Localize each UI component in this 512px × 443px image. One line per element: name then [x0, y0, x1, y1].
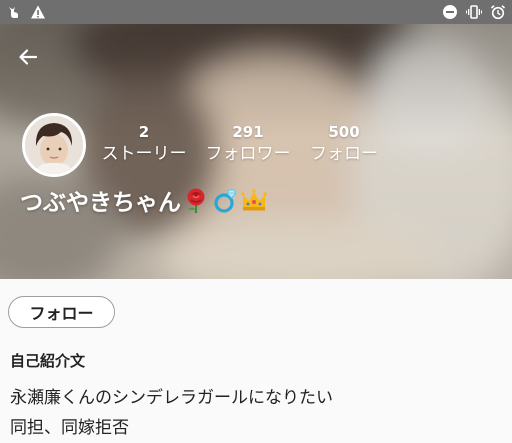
avatar[interactable] [22, 113, 86, 177]
ring-emoji [214, 189, 237, 213]
bio-line: 永瀬廉くんのシンデレラガールになりたい [10, 388, 333, 408]
stories-count: 2 [138, 123, 150, 141]
arrow-left-icon [19, 49, 38, 65]
crown-emoji [241, 189, 267, 211]
stories-label: ストーリー [101, 144, 187, 164]
profile-screen: 2 ストーリー 291 フォロワー 500 フォロー つぶやきちゃん フォロー … [0, 0, 512, 443]
vibrate-icon [466, 5, 482, 19]
profile-header: 2 ストーリー 291 フォロワー 500 フォロー つぶやきちゃん [0, 24, 512, 279]
followers-count: 291 [232, 123, 264, 141]
following-stat[interactable]: 500 フォロー [306, 122, 382, 166]
following-count: 500 [328, 123, 360, 141]
do-not-disturb-icon [443, 5, 457, 19]
profile-content: フォロー 自己紹介文 永瀬廉くんのシンデレラガールになりたい 同担、同嫁拒否 [0, 279, 512, 443]
status-bar-right [442, 0, 506, 24]
follow-button[interactable]: フォロー [8, 296, 115, 328]
cat-notification-icon [9, 7, 18, 18]
followers-label: フォロワー [205, 144, 291, 164]
bio-heading: 自己紹介文 [10, 352, 86, 370]
followers-stat[interactable]: 291 フォロワー [202, 122, 294, 166]
back-button[interactable] [12, 41, 44, 73]
stories-stat[interactable]: 2 ストーリー [98, 122, 190, 166]
rose-emoji [187, 188, 205, 213]
display-name-text: つぶやきちゃん [20, 190, 181, 216]
avatar-photo [25, 116, 83, 174]
status-bar-left [6, 0, 46, 24]
following-label: フォロー [310, 144, 378, 164]
display-name: つぶやきちゃん [20, 182, 268, 218]
bio-line: 同担、同嫁拒否 [10, 418, 129, 438]
warning-icon [31, 5, 45, 19]
alarm-icon [490, 5, 506, 20]
status-bar [0, 0, 512, 24]
